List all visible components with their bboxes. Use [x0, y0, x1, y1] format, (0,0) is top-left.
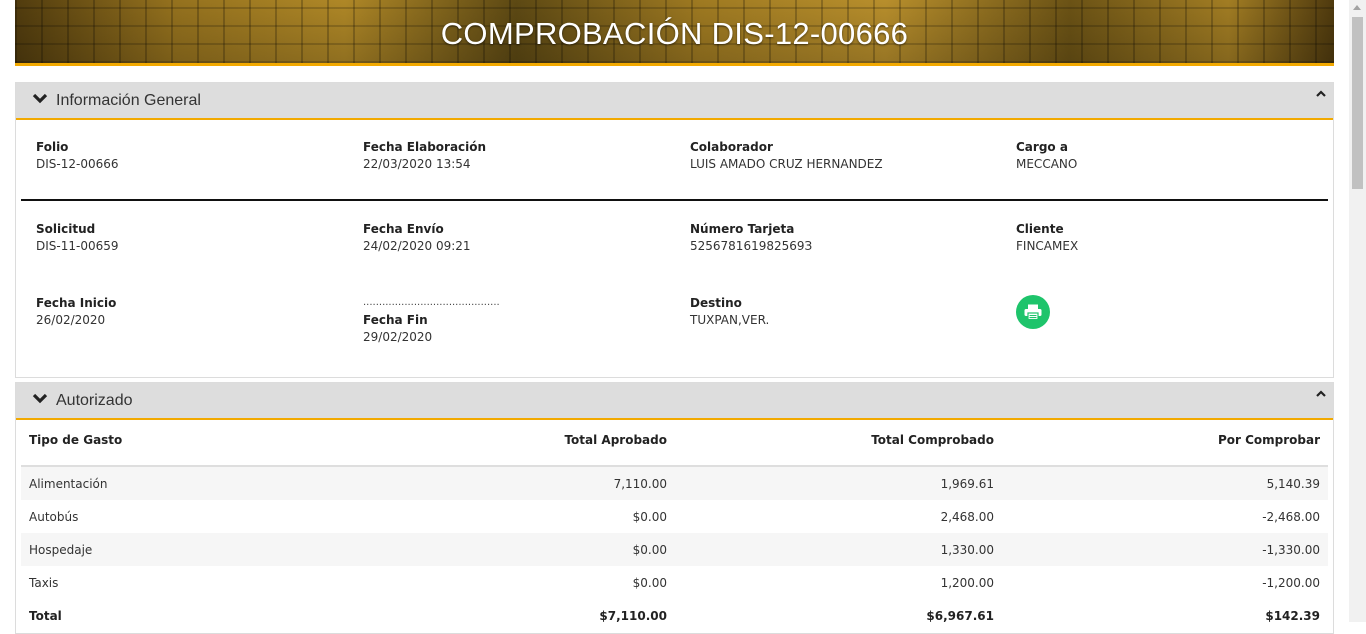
total-comprobado-cell: 1,969.61 — [675, 466, 1002, 500]
collapse-caret-icon[interactable] — [1315, 389, 1327, 399]
cargo-a-field: Cargo a MECCANO — [1016, 140, 1077, 171]
fecha-envio-value: 24/02/2020 09:21 — [363, 239, 471, 253]
solicitud-label: Solicitud — [36, 222, 96, 236]
fecha-elaboracion-value: 22/03/2020 13:54 — [363, 157, 471, 171]
info-general-header[interactable]: Información General — [16, 83, 1333, 120]
fecha-fin-value: 29/02/2020 — [363, 330, 433, 344]
total-comprobado-sum: $6,967.61 — [675, 599, 1002, 633]
autorizado-table: Tipo de Gasto Total Aprobado Total Compr… — [21, 427, 1328, 633]
por-comprobar-cell: -1,330.00 — [1002, 533, 1328, 566]
autorizado-header[interactable]: Autorizado — [16, 383, 1333, 420]
folio-label: Folio — [36, 140, 69, 154]
folio-value: DIS-12-00666 — [36, 157, 119, 171]
tipo-gasto-cell: Autobús — [21, 500, 348, 533]
info-general-label: Información General — [56, 92, 201, 109]
total-comprobado-cell: 2,468.00 — [675, 500, 1002, 533]
fecha-fin-field: Fecha Fin 29/02/2020 — [363, 313, 432, 344]
por-comprobar-sum: $142.39 — [1002, 599, 1328, 633]
solicitud-field: Solicitud DIS-11-00659 — [36, 222, 119, 253]
column-header[interactable]: Total Aprobado — [348, 427, 675, 467]
por-comprobar-cell: -2,468.00 — [1002, 500, 1328, 533]
colaborador-label: Colaborador — [690, 140, 773, 154]
fecha-inicio-value: 26/02/2020 — [36, 313, 106, 327]
autorizado-panel: Autorizado Tipo de Gasto Total Aprobado … — [15, 382, 1334, 634]
destino-value: TUXPAN,VER. — [690, 313, 770, 327]
numero-tarjeta-field: Número Tarjeta 525678161982569З — [690, 222, 812, 253]
scrollbar-thumb[interactable] — [1352, 17, 1363, 189]
vertical-scrollbar[interactable] — [1349, 0, 1366, 622]
fecha-envio-label: Fecha Envío — [363, 222, 444, 236]
total-label-cell: Total — [21, 599, 348, 633]
numero-tarjeta-label: Número Tarjeta — [690, 222, 795, 236]
page-title: COMPROBACIÓN DIS-12-00666 — [440, 16, 909, 51]
total-aprobado-cell: 7,110.00 — [348, 466, 675, 500]
por-comprobar-cell: 5,140.39 — [1002, 466, 1328, 500]
table-row: Autobús $0.00 2,468.00 -2,468.00 — [21, 500, 1328, 533]
total-aprobado-sum: $7,110.00 — [348, 599, 675, 633]
scroll-up-arrow-icon[interactable] — [1353, 5, 1361, 10]
fecha-fin-label: Fecha Fin — [363, 313, 428, 327]
fecha-elaboracion-field: Fecha Elaboración 22/03/2020 13:54 — [363, 140, 486, 171]
section-divider — [21, 199, 1328, 201]
cargo-a-value: MECCANO — [1016, 157, 1078, 171]
cargo-a-label: Cargo a — [1016, 140, 1068, 154]
cliente-field: Cliente FINCAMEX — [1016, 222, 1078, 253]
destino-label: Destino — [690, 296, 742, 310]
total-aprobado-cell: $0.00 — [348, 533, 675, 566]
table-row: Alimentación 7,110.00 1,969.61 5,140.39 — [21, 466, 1328, 500]
print-button[interactable] — [1016, 295, 1050, 329]
column-header[interactable]: Tipo de Gasto — [21, 427, 348, 467]
total-aprobado-cell: $0.00 — [348, 500, 675, 533]
column-header[interactable]: Por Comprobar — [1002, 427, 1328, 467]
column-header[interactable]: Total Comprobado — [675, 427, 1002, 467]
destino-field: Destino TUXPAN,VER. — [690, 296, 769, 327]
fecha-envio-field: Fecha Envío 24/02/2020 09:21 — [363, 222, 471, 253]
por-comprobar-cell: -1,200.00 — [1002, 566, 1328, 599]
table-total-row: Total $7,110.00 $6,967.61 $142.39 — [21, 599, 1328, 633]
numero-tarjeta-value: 525678161982569З — [690, 239, 813, 253]
header-banner: COMPROBACIÓN DIS-12-00666 — [15, 0, 1334, 66]
fecha-inicio-field: Fecha Inicio 26/02/2020 — [36, 296, 116, 327]
chevron-down-icon[interactable] — [32, 92, 48, 106]
solicitud-value: DIS-11-00659 — [36, 239, 119, 253]
total-comprobado-cell: 1,330.00 — [675, 533, 1002, 566]
dotted-separator: ........................................… — [363, 297, 500, 308]
tipo-gasto-cell: Hospedaje — [21, 533, 348, 566]
fecha-inicio-label: Fecha Inicio — [36, 296, 117, 310]
print-icon — [1024, 304, 1042, 320]
total-aprobado-cell: $0.00 — [348, 566, 675, 599]
cliente-value: FINCAMEX — [1016, 239, 1079, 253]
table-row: Hospedaje $0.00 1,330.00 -1,330.00 — [21, 533, 1328, 566]
colaborador-value: LUIS AMADO CRUZ HERNANDEZ — [690, 157, 883, 171]
chevron-down-icon[interactable] — [32, 392, 48, 406]
page: COMPROBACIÓN DIS-12-00666 Información Ge… — [15, 0, 1334, 634]
autorizado-label: Autorizado — [56, 392, 133, 409]
colaborador-field: Colaborador LUIS AMADO CRUZ HERNANDEZ — [690, 140, 883, 171]
tipo-gasto-cell: Taxis — [21, 566, 348, 599]
fecha-elaboracion-label: Fecha Elaboración — [363, 140, 487, 154]
collapse-caret-icon[interactable] — [1315, 89, 1327, 99]
cliente-label: Cliente — [1016, 222, 1064, 236]
table-header-row: Tipo de Gasto Total Aprobado Total Compr… — [21, 427, 1328, 467]
table-row: Taxis $0.00 1,200.00 -1,200.00 — [21, 566, 1328, 599]
info-general-panel: Información General Folio DIS-12-00666 F… — [15, 82, 1334, 378]
folio-field: Folio DIS-12-00666 — [36, 140, 119, 171]
total-comprobado-cell: 1,200.00 — [675, 566, 1002, 599]
tipo-gasto-cell: Alimentación — [21, 466, 348, 500]
